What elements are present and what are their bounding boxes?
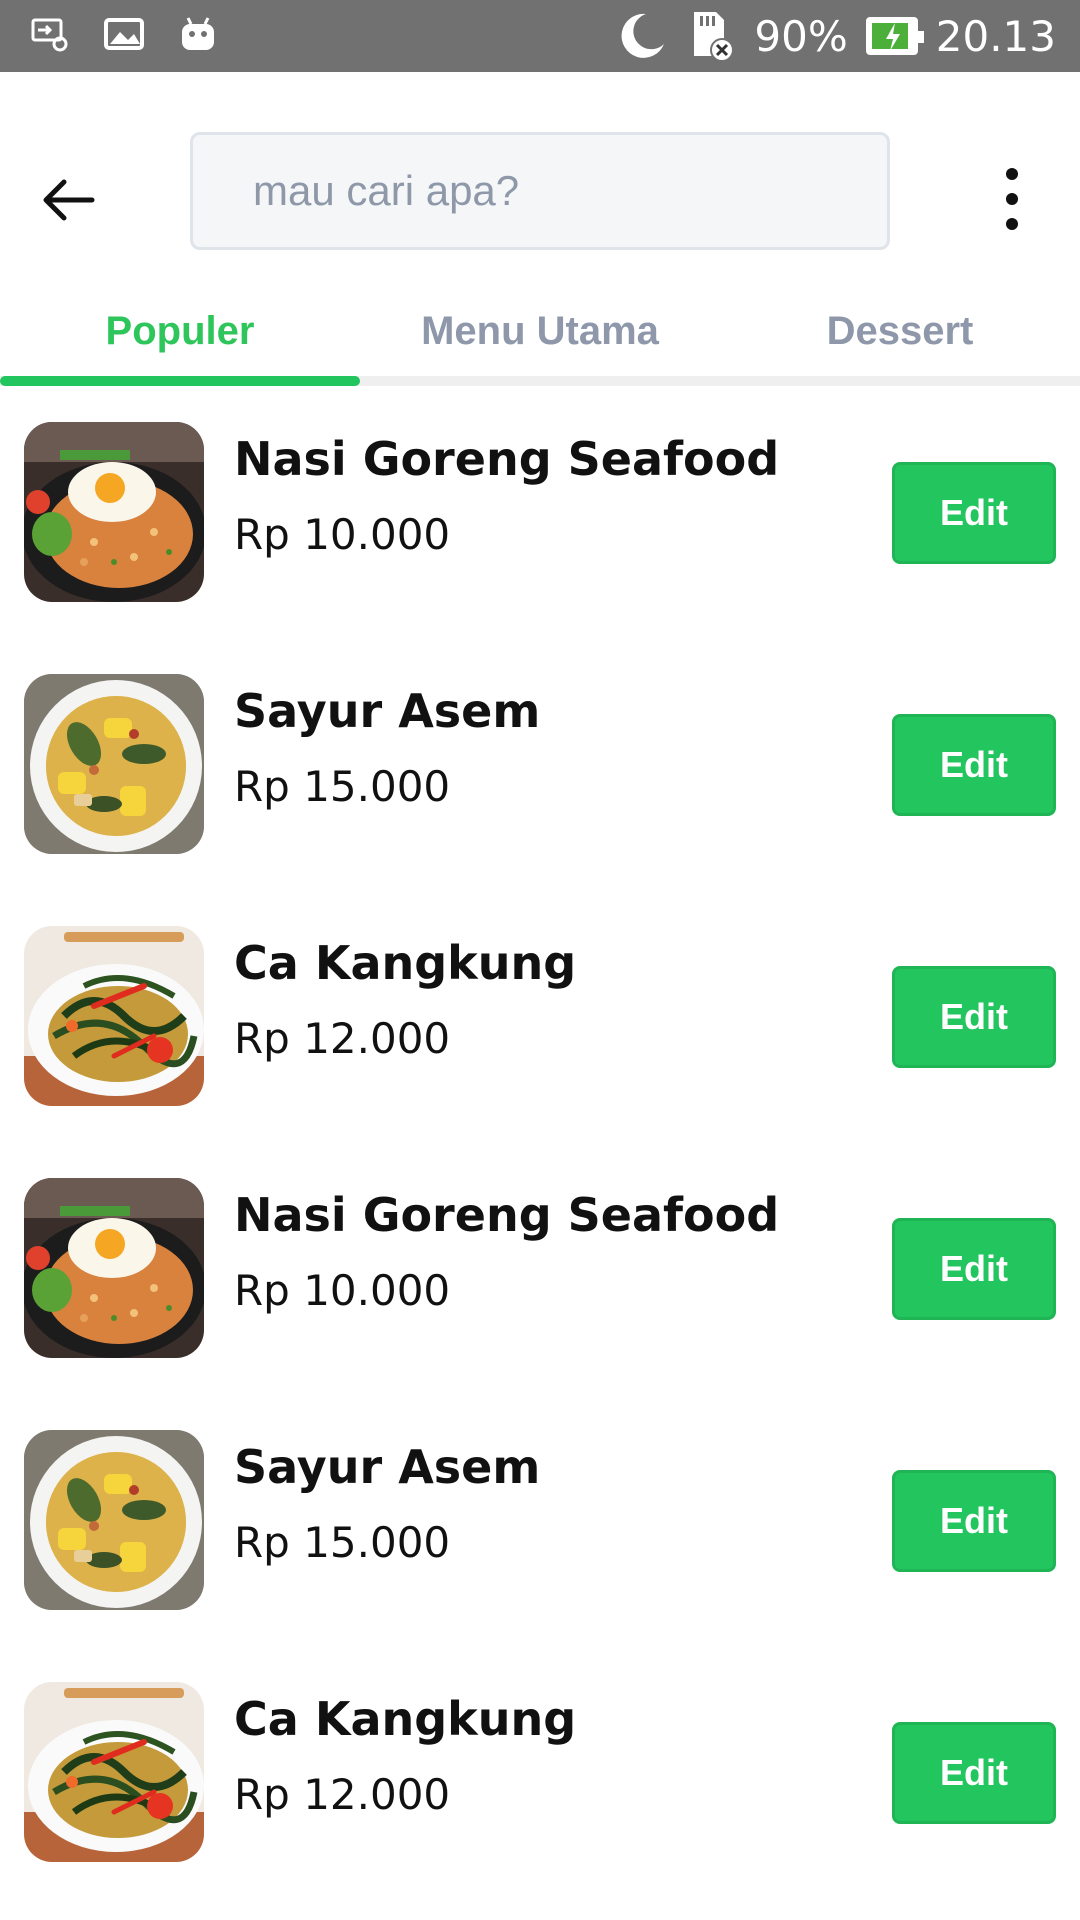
list-item: Sayur Asem Rp 15.000 Edit: [0, 644, 1080, 896]
more-options-button[interactable]: [990, 168, 1034, 230]
item-name: Ca Kangkung: [234, 936, 577, 990]
android-icon: [182, 17, 214, 50]
food-image: [24, 422, 204, 602]
notification-icons: [30, 14, 218, 54]
item-price: Rp 15.000: [234, 1518, 451, 1567]
battery-percent: 90%: [754, 11, 848, 61]
item-price: Rp 12.000: [234, 1770, 451, 1819]
search-input[interactable]: [190, 132, 890, 250]
edit-button[interactable]: Edit: [892, 1218, 1056, 1320]
active-tab-indicator: [0, 376, 360, 386]
moon-icon: [621, 13, 665, 58]
tab-dessert[interactable]: Dessert: [720, 300, 1080, 380]
nasi-goreng-image: [24, 1178, 204, 1358]
list-item: Sayur Asem Rp 15.000 Edit: [0, 1400, 1080, 1652]
sayur-asem-image: [24, 1430, 204, 1610]
item-name: Ca Kangkung: [234, 1692, 577, 1746]
food-image: [24, 1178, 204, 1358]
item-name: Nasi Goreng Seafood: [234, 432, 780, 486]
screen-cast-icon: [31, 18, 68, 52]
nasi-goreng-image: [24, 422, 204, 602]
food-image: [24, 1430, 204, 1610]
item-price: Rp 12.000: [234, 1014, 451, 1063]
food-image: [24, 674, 204, 854]
item-price: Rp 10.000: [234, 510, 451, 559]
edit-button[interactable]: Edit: [892, 714, 1056, 816]
item-price: Rp 10.000: [234, 1266, 451, 1315]
ca-kangkung-image: [24, 926, 204, 1106]
food-image: [24, 926, 204, 1106]
clock: 20.13: [935, 11, 1056, 61]
tab-populer[interactable]: Populer: [0, 300, 360, 380]
item-price: Rp 15.000: [234, 762, 451, 811]
food-image: [24, 1682, 204, 1862]
back-button[interactable]: [38, 170, 98, 230]
list-item: Ca Kangkung Rp 12.000 Edit: [0, 1652, 1080, 1904]
sd-card-error-icon: [694, 12, 735, 62]
more-vertical-icon-dot: [1006, 193, 1018, 205]
edit-button[interactable]: Edit: [892, 1470, 1056, 1572]
battery-charging-icon: [865, 17, 924, 55]
item-name: Sayur Asem: [234, 684, 541, 738]
sayur-asem-image: [24, 674, 204, 854]
more-vertical-icon-dot: [1006, 168, 1018, 180]
edit-button[interactable]: Edit: [892, 462, 1056, 564]
gallery-icon: [104, 18, 144, 50]
category-tabs: Populer Menu Utama Dessert: [0, 300, 1080, 388]
status-bar: 90% 20.13: [0, 0, 1080, 72]
system-indicators: 90% 20.13: [616, 8, 1056, 64]
item-name: Sayur Asem: [234, 1440, 541, 1494]
arrow-left-icon: [43, 179, 95, 221]
edit-button[interactable]: Edit: [892, 1722, 1056, 1824]
list-item: Nasi Goreng Seafood Rp 10.000 Edit: [0, 392, 1080, 644]
edit-button[interactable]: Edit: [892, 966, 1056, 1068]
tab-menu-utama[interactable]: Menu Utama: [360, 300, 720, 380]
list-item: Ca Kangkung Rp 12.000 Edit: [0, 896, 1080, 1148]
ca-kangkung-image: [24, 1682, 204, 1862]
item-name: Nasi Goreng Seafood: [234, 1188, 780, 1242]
list-item: Nasi Goreng Seafood Rp 10.000 Edit: [0, 1148, 1080, 1400]
more-vertical-icon-dot: [1006, 218, 1018, 230]
